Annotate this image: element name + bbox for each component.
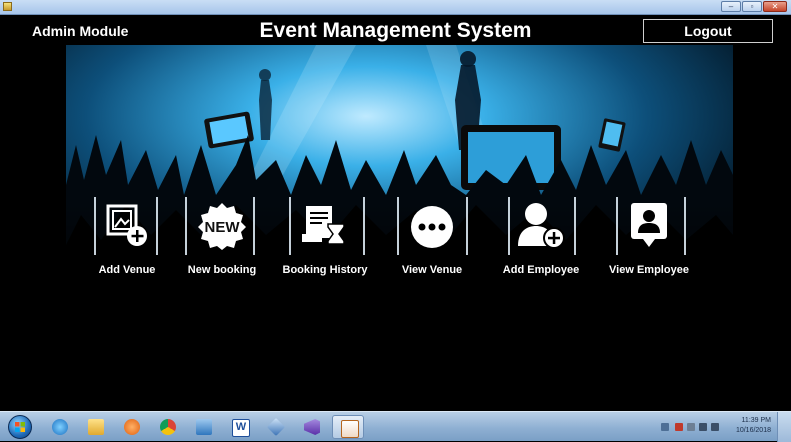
internet-explorer-button[interactable] <box>44 415 76 439</box>
word-button[interactable]: W <box>224 415 256 439</box>
media-player-button[interactable] <box>116 415 148 439</box>
visual-studio-icon <box>304 419 320 435</box>
add-venue-label: Add Venue <box>98 264 156 276</box>
start-button[interactable] <box>8 415 32 439</box>
java-app-button[interactable] <box>332 415 364 439</box>
logout-button[interactable]: Logout <box>643 19 773 43</box>
app-icon <box>3 2 12 11</box>
show-desktop-button[interactable] <box>777 412 791 442</box>
clock-time[interactable]: 11:39 PM <box>742 417 771 424</box>
booking-history-button[interactable]: Booking History <box>275 192 375 282</box>
taskbar: W 11:39 PM 10/16/2018 <box>0 411 791 442</box>
view-venue-label: View Venue <box>401 264 463 276</box>
chrome-icon <box>160 419 176 435</box>
add-employee-button[interactable]: Add Employee <box>491 192 591 282</box>
maximize-button[interactable]: ▫ <box>742 1 762 12</box>
media-center-icon <box>196 419 212 435</box>
new-badge-icon: NEW <box>198 203 246 250</box>
java-app-icon <box>341 420 359 438</box>
close-button[interactable]: ✕ <box>763 1 787 12</box>
add-venue-button[interactable]: Add Venue <box>77 192 177 282</box>
tray-volume-icon[interactable] <box>711 423 719 431</box>
new-booking-label: New booking <box>187 264 257 276</box>
media-center-button[interactable] <box>188 415 220 439</box>
tray-arrow-icon[interactable] <box>661 423 669 431</box>
word-icon: W <box>232 419 250 437</box>
internet-explorer-icon <box>52 419 68 435</box>
clock-date[interactable]: 10/16/2018 <box>736 427 771 434</box>
chrome-button[interactable] <box>152 415 184 439</box>
tray-network-icon[interactable] <box>699 423 707 431</box>
media-player-icon <box>124 419 140 435</box>
new-badge-text: NEW <box>205 219 241 236</box>
more-dots-icon <box>411 206 453 248</box>
tray-device-icon[interactable] <box>687 423 695 431</box>
file-explorer-button[interactable] <box>80 415 112 439</box>
minimize-button[interactable]: – <box>721 1 741 12</box>
windows-flag-icon <box>15 422 25 432</box>
tray-security-icon[interactable] <box>675 423 683 431</box>
system-tray: 11:39 PM 10/16/2018 <box>651 412 791 442</box>
new-booking-button[interactable]: NEW New booking <box>172 192 272 282</box>
view-employee-label: View Employee <box>609 264 689 276</box>
virtualbox-button[interactable] <box>260 415 292 439</box>
booking-history-icon <box>302 206 345 245</box>
concert-crowd-image <box>66 45 733 330</box>
add-employee-label: Add Employee <box>502 264 580 276</box>
view-venue-button[interactable]: View Venue <box>382 192 482 282</box>
virtualbox-icon <box>266 417 286 437</box>
concert-banner <box>66 45 733 330</box>
window-titlebar: – ▫ ✕ <box>0 0 791 15</box>
file-explorer-icon <box>88 419 104 435</box>
view-employee-button[interactable]: View Employee <box>599 192 699 282</box>
person-badge-icon <box>631 203 667 247</box>
add-venue-icon <box>106 204 147 246</box>
visual-studio-button[interactable] <box>296 415 328 439</box>
booking-history-label: Booking History <box>282 264 368 276</box>
add-person-icon <box>518 203 565 249</box>
